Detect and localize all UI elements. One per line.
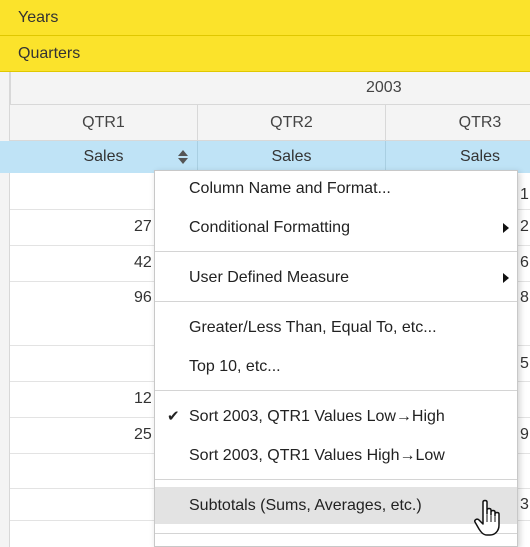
- checkmark-icon: ✔: [167, 408, 180, 425]
- menu-item-subtotals[interactable]: Subtotals (Sums, Averages, etc.): [155, 487, 517, 524]
- cell-value: 1: [520, 186, 529, 203]
- quarters-header[interactable]: Quarters: [0, 36, 530, 72]
- menu-item-label: Sort 2003, QTR1 Values High→Low: [189, 447, 445, 464]
- menu-item-label: Sort 2003, QTR1 Values Low→High: [189, 408, 445, 425]
- hand-pointer-cursor-icon: [474, 499, 500, 536]
- menu-separator: [155, 251, 517, 252]
- menu-item-greater-less-than[interactable]: Greater/Less Than, Equal To, etc...: [155, 310, 517, 346]
- cell-value: 6: [520, 254, 529, 271]
- column-header-qtr1[interactable]: QTR1: [10, 105, 198, 141]
- menu-item-label: Conditional Formatting: [189, 219, 350, 236]
- qtr1-label: QTR1: [82, 113, 125, 131]
- column-header-qtr3[interactable]: QTR3: [386, 105, 530, 141]
- menu-item-user-defined-measure[interactable]: User Defined Measure: [155, 260, 517, 296]
- years-label: Years: [18, 8, 59, 26]
- menu-item-sort-low-high[interactable]: ✔ Sort 2003, QTR1 Values Low→High: [155, 399, 517, 435]
- cell-value: 3: [520, 496, 529, 513]
- menu-item-conditional-formatting[interactable]: Conditional Formatting: [155, 210, 517, 246]
- measure-header-qtr1[interactable]: Sales: [10, 141, 198, 173]
- menu-item-label: Top 10, etc...: [189, 358, 281, 375]
- qtr1-measure-label: Sales: [83, 148, 124, 165]
- cell-value: 25: [134, 426, 152, 443]
- qtr3-label: QTR3: [458, 113, 502, 131]
- menu-separator: [155, 479, 517, 480]
- cell-value: 9: [520, 426, 529, 443]
- column-context-menu: Column Name and Format... Conditional Fo…: [154, 170, 518, 547]
- menu-separator: [155, 390, 517, 391]
- cell-value: 96: [134, 289, 152, 306]
- year-header-row: 2003: [10, 72, 530, 105]
- menu-separator: [155, 301, 517, 302]
- quarters-label: Quarters: [18, 44, 81, 62]
- menu-item-label: Subtotals (Sums, Averages, etc.): [189, 496, 422, 514]
- cell-value: 2: [520, 218, 529, 235]
- measure-header-qtr3[interactable]: Sales: [386, 141, 530, 173]
- years-header[interactable]: Years: [0, 0, 530, 36]
- qtr2-label: QTR2: [270, 113, 313, 131]
- qtr3-measure-label: Sales: [459, 148, 501, 165]
- qtr2-measure-label: Sales: [271, 148, 312, 165]
- cell-value: 27: [134, 218, 152, 235]
- cell-value: 12: [134, 390, 152, 407]
- row-stub: [0, 173, 10, 547]
- submenu-arrow-icon: [503, 223, 509, 233]
- menu-item-sort-high-low[interactable]: Sort 2003, QTR1 Values High→Low: [155, 438, 517, 474]
- column-header-qtr2[interactable]: QTR2: [198, 105, 386, 141]
- cell-value: 8: [520, 289, 529, 306]
- submenu-arrow-icon: [503, 273, 509, 283]
- menu-item-label: Greater/Less Than, Equal To, etc...: [189, 319, 437, 336]
- menu-item-label: Column Name and Format...: [189, 180, 391, 197]
- row-header-stub: [0, 72, 10, 141]
- menu-separator: [155, 533, 517, 534]
- sort-updown-icon[interactable]: [176, 148, 190, 166]
- cell-value: 5: [520, 355, 529, 372]
- measure-header-qtr2[interactable]: Sales: [198, 141, 386, 173]
- cell-value: 42: [134, 254, 152, 271]
- year-label: 2003: [366, 79, 402, 96]
- menu-item-top-10[interactable]: Top 10, etc...: [155, 349, 517, 385]
- menu-item-label: User Defined Measure: [189, 269, 350, 286]
- menu-item-column-name-format[interactable]: Column Name and Format...: [155, 171, 517, 207]
